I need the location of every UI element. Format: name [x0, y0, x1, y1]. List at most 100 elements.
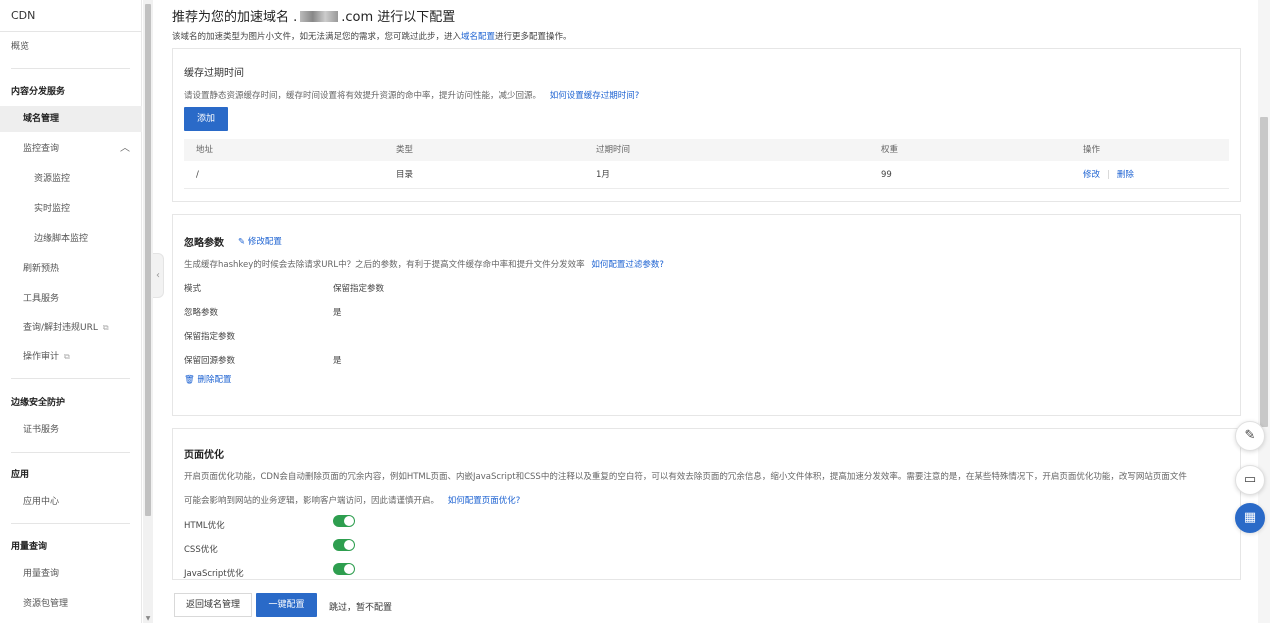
sidebar-item-package-mgmt[interactable]: 资源包管理: [0, 591, 142, 617]
chevron-left-icon: ‹: [156, 270, 160, 281]
cell-path: /: [196, 170, 199, 180]
kv-key: 保留回源参数: [184, 356, 236, 366]
section-description: 生成缓存hashkey的时候会去除请求URL中？之后的参数，有利于提高文件缓存命…: [184, 258, 664, 270]
sidebar-item-usage-query[interactable]: 用量查询: [0, 561, 142, 587]
sidebar-item-tool-service[interactable]: 工具服务: [0, 286, 142, 312]
cache-expiry-card: 缓存过期时间 请设置静态资源缓存时间，缓存时间设置将有效提升资源的命中率，提升访…: [172, 48, 1241, 202]
js-optimize-toggle[interactable]: [333, 563, 355, 575]
desc-text: 进行更多配置操作。: [495, 32, 572, 42]
column-header: 地址: [196, 145, 214, 155]
chat-icon: ▭: [1243, 472, 1257, 487]
scrollbar-thumb[interactable]: [1260, 117, 1268, 427]
sidebar-item-realtime-monitor[interactable]: 实时监控: [0, 196, 142, 222]
scroll-down-icon[interactable]: ▼: [145, 615, 151, 622]
desc-text: 请设置静态资源缓存时间，缓存时间设置将有效提升资源的命中率，提升访问性能，减少回…: [184, 91, 542, 101]
sidebar: CDN 概览 内容分发服务 域名管理 监控查询 ︿ 资源监控 实时监控 边缘脚本…: [0, 0, 142, 623]
desc-text: 可能会影响到网站的业务逻辑，影响客户端访问，因此请谨慎开启。: [184, 496, 440, 506]
scrollbar-thumb[interactable]: [145, 4, 151, 516]
delete-rule-link[interactable]: 删除: [1117, 170, 1134, 180]
desc-text: 该域名的加速类型为图片小文件，如无法满足您的需求，您可跳过此步，进入: [172, 32, 462, 42]
section-description: 开启页面优化功能，CDN会自动删除页面的冗余内容，例如HTML页面、内嵌Java…: [184, 472, 1187, 482]
divider: [11, 68, 130, 69]
page-title-prefix: 推荐为您的加速域名 .: [172, 10, 298, 25]
cell-weight: 99: [881, 170, 892, 180]
sidebar-item-resource-monitor[interactable]: 资源监控: [0, 166, 142, 192]
delete-config-label: 删除配置: [197, 375, 232, 385]
column-header: 权重: [881, 145, 899, 155]
sidebar-item-cert-service[interactable]: 证书服务: [0, 417, 142, 443]
kv-value: 是: [333, 308, 342, 318]
sidebar-item-edge-script-monitor[interactable]: 边缘脚本监控: [0, 226, 142, 252]
divider: [11, 378, 130, 379]
one-click-config-button[interactable]: 一键配置: [256, 593, 317, 617]
domain-config-link[interactable]: 域名配置: [461, 32, 495, 42]
cache-help-link[interactable]: 如何设置缓存过期时间?: [550, 91, 640, 101]
toggle-label: HTML优化: [184, 521, 225, 531]
sidebar-item-label: 监控查询: [23, 144, 60, 154]
sidebar-item-domain-mgmt[interactable]: 域名管理: [0, 106, 142, 132]
page-title-suffix: .com 进行以下配置: [341, 10, 456, 25]
page-optimize-card: 页面优化 开启页面优化功能，CDN会自动删除页面的冗余内容，例如HTML页面、内…: [172, 428, 1241, 580]
external-link-icon: ⧉: [102, 323, 109, 332]
filter-params-help-link[interactable]: 如何配置过滤参数?: [591, 260, 664, 270]
edit-config-label: 修改配置: [247, 237, 282, 247]
divider: [11, 523, 130, 524]
cell-ttl: 1月: [596, 170, 610, 180]
apps-grid-icon: ▦: [1243, 510, 1257, 525]
toggle-label: JavaScript优化: [184, 569, 244, 579]
cell-actions: 修改 | 删除: [1083, 164, 1134, 186]
sidebar-group-edge-security: 边缘安全防护: [11, 398, 66, 408]
ignore-params-card: 忽略参数 ✎ 修改配置 生成缓存hashkey的时候会去除请求URL中？之后的参…: [172, 214, 1241, 416]
css-optimize-toggle[interactable]: [333, 539, 355, 551]
kv-key: 模式: [184, 284, 202, 294]
column-header: 类型: [396, 145, 414, 155]
back-to-domain-mgmt-button[interactable]: 返回域名管理: [174, 593, 252, 617]
page-optimize-help-link[interactable]: 如何配置页面优化?: [448, 496, 521, 506]
delete-config-link[interactable]: 🗑 删除配置: [184, 373, 232, 385]
chat-button[interactable]: ▭: [1235, 465, 1265, 495]
kv-key: 保留指定参数: [184, 332, 236, 342]
skip-config-link[interactable]: 跳过，暂不配置: [329, 600, 392, 613]
sidebar-scrollbar[interactable]: ▼: [143, 0, 153, 623]
add-cache-rule-button[interactable]: 添加: [184, 107, 228, 131]
main-content: 推荐为您的加速域名 . .com 进行以下配置 该域名的加速类型为图片小文件，如无…: [164, 0, 1258, 623]
sidebar-item-label: 操作审计: [23, 352, 60, 362]
section-title: 缓存过期时间: [184, 68, 244, 79]
apps-button[interactable]: ▦: [1235, 503, 1265, 533]
table-row: / 目录 1月 99 修改 | 删除: [184, 162, 1229, 189]
page-title: 推荐为您的加速域名 . .com 进行以下配置: [172, 6, 455, 25]
section-description-cont: 可能会影响到网站的业务逻辑，影响客户端访问，因此请谨慎开启。 如何配置页面优化?: [184, 494, 520, 506]
pencil-icon: ✎: [238, 237, 246, 247]
edit-rule-link[interactable]: 修改: [1083, 170, 1100, 180]
sidebar-group-usage: 用量查询: [11, 542, 48, 552]
chevron-up-icon: ︿: [120, 143, 130, 154]
separator: |: [1107, 170, 1110, 180]
divider: [11, 452, 130, 453]
toggle-label: CSS优化: [184, 545, 218, 555]
trash-icon: 🗑: [184, 375, 195, 385]
cell-type: 目录: [396, 170, 414, 180]
sidebar-item-query-unblock[interactable]: 查询/解封违规URL ⧉: [0, 315, 142, 341]
sidebar-item-monitor-query[interactable]: 监控查询 ︿: [0, 136, 142, 162]
sidebar-item-refresh-preload[interactable]: 刷新预热: [0, 256, 142, 282]
divider: [0, 31, 142, 32]
sidebar-group-content: 内容分发服务: [11, 87, 66, 97]
html-optimize-toggle[interactable]: [333, 515, 355, 527]
kv-value: 是: [333, 356, 342, 366]
sidebar-item-overview[interactable]: 概览: [0, 34, 142, 60]
sidebar-item-app-center[interactable]: 应用中心: [0, 489, 142, 515]
page-scrollbar[interactable]: [1258, 0, 1270, 623]
sidebar-group-app: 应用: [11, 470, 30, 480]
column-header: 过期时间: [596, 145, 631, 155]
masked-domain: [300, 11, 339, 22]
kv-key: 忽略参数: [184, 308, 219, 318]
desc-text: 生成缓存hashkey的时候会去除请求URL中？之后的参数，有利于提高文件缓存命…: [184, 260, 585, 270]
collapse-sidebar-button[interactable]: ‹: [153, 253, 164, 298]
column-header: 操作: [1083, 145, 1101, 155]
page-description: 该域名的加速类型为图片小文件，如无法满足您的需求，您可跳过此步，进入域名配置进行…: [172, 30, 572, 42]
edit-config-link[interactable]: ✎ 修改配置: [238, 235, 282, 247]
feedback-edit-button[interactable]: ✎: [1235, 421, 1265, 451]
sidebar-item-op-audit[interactable]: 操作审计 ⧉: [0, 344, 142, 370]
section-title: 忽略参数: [184, 238, 224, 249]
section-description: 请设置静态资源缓存时间，缓存时间设置将有效提升资源的命中率，提升访问性能，减少回…: [184, 89, 639, 101]
